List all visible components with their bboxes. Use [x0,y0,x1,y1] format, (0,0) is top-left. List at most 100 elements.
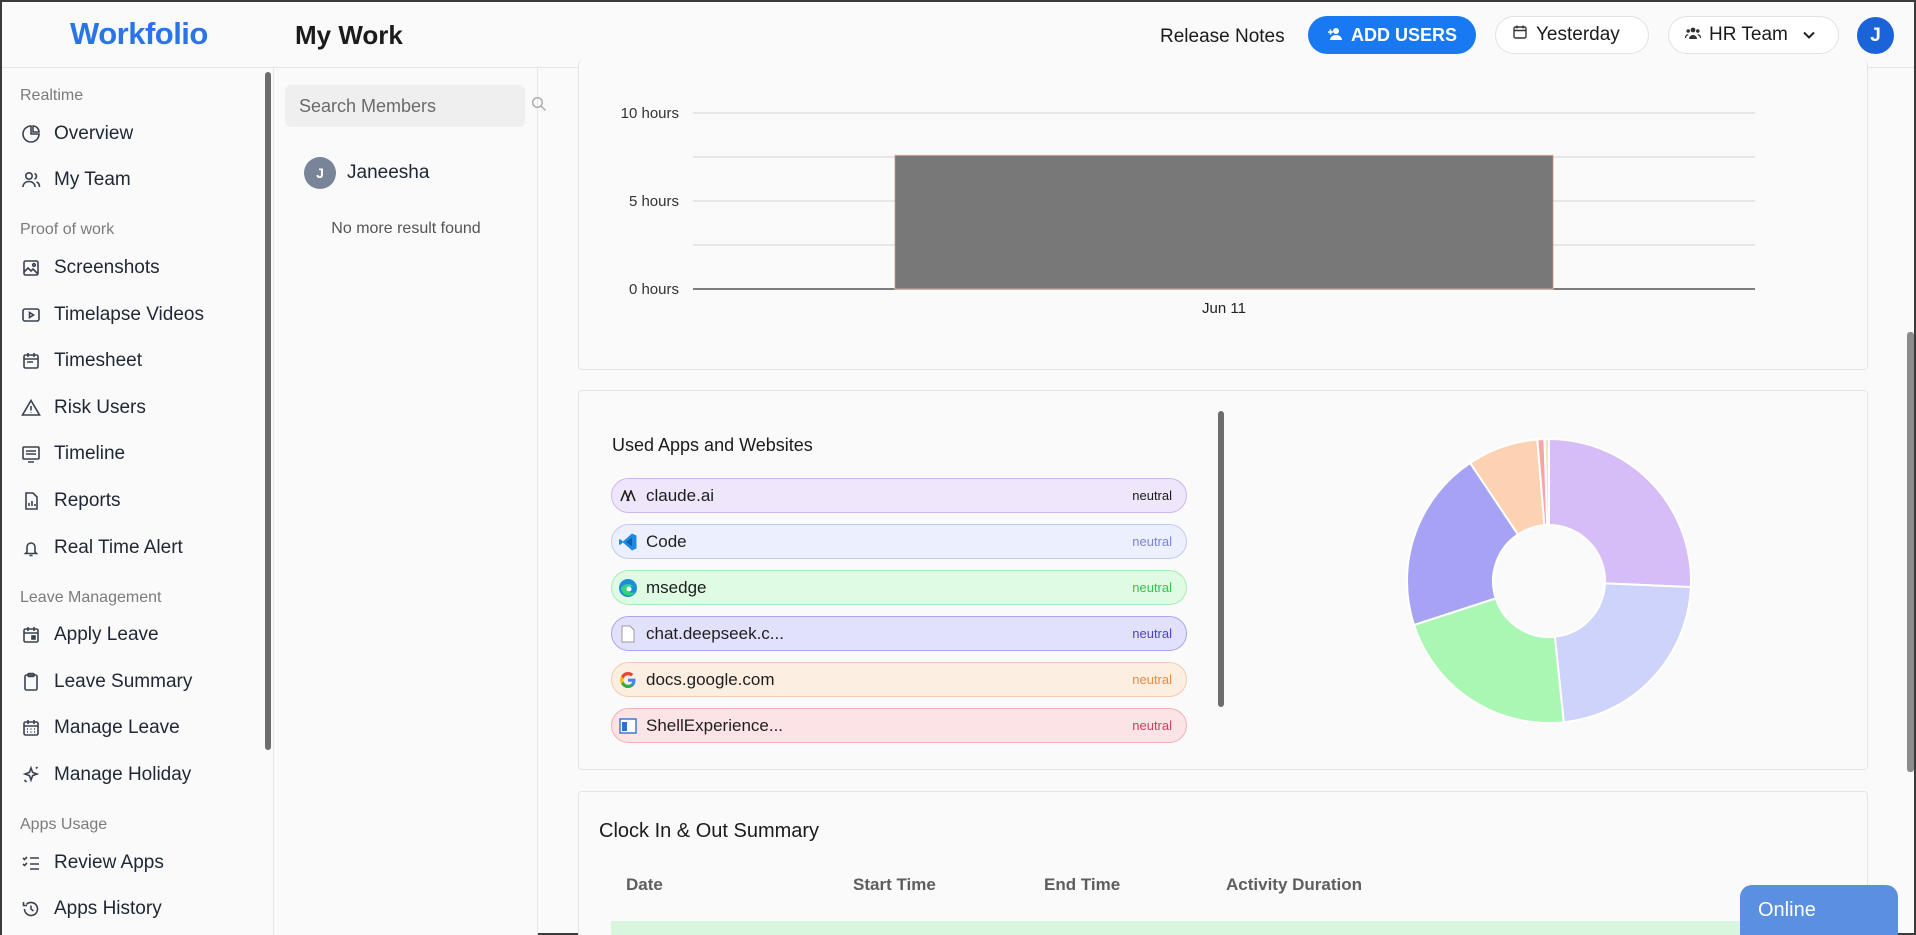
sidebar-item-screenshots[interactable]: Screenshots [20,253,160,283]
sidebar-item-label: Reports [54,490,121,511]
sidebar-item-review-apps[interactable]: Review Apps [20,848,164,878]
app-name: msedge [646,577,707,597]
search-members-box[interactable] [285,85,546,127]
timeline-icon [20,443,42,465]
sidebar-item-label: Screenshots [54,257,160,278]
app-category-tag: neutral [1132,672,1172,687]
image-icon [20,257,42,279]
add-users-label: ADD USERS [1350,24,1457,45]
sidebar-item-apply-leave[interactable]: Apply Leave [20,620,159,650]
sidebar-item-label: Timesheet [54,350,142,371]
sidebar: Realtime Overview My Team Proof of work … [2,68,274,935]
team-filter-dropdown[interactable]: HR Team [1668,16,1839,54]
calendar-grid-icon [20,717,42,739]
y-tick-label: 10 hours [621,105,679,122]
sidebar-item-my-team[interactable]: My Team [20,165,131,195]
page-title: My Work [295,20,403,50]
section-label-leave-management: Leave Management [20,589,162,606]
clock-summary-title: Clock In & Out Summary [599,820,820,842]
app-row-google-docs[interactable]: docs.google.com neutral [611,662,1187,697]
calendar-add-icon [20,624,42,646]
app-row-claude[interactable]: claude.ai neutral [611,478,1187,513]
user-avatar[interactable]: J [1857,17,1894,54]
app-name: ShellExperience... [646,715,784,735]
app-name: chat.deepseek.c... [646,623,784,643]
sidebar-item-label: Overview [54,123,134,144]
sidebar-item-timeline[interactable]: Timeline [20,439,125,469]
sidebar-item-leave-summary[interactable]: Leave Summary [20,667,192,697]
app-category-tag: neutral [1132,626,1172,641]
sidebar-item-label: Apply Leave [54,624,159,645]
date-filter-button[interactable]: Yesterday [1495,16,1649,54]
sidebar-item-apps-history[interactable]: Apps History [20,894,162,924]
main-scrollbar[interactable] [1907,332,1914,772]
sidebar-item-label: My Team [54,169,131,190]
column-header-end-time[interactable]: End Time [1044,875,1120,895]
sidebar-item-timelapse-videos[interactable]: Timelapse Videos [20,300,204,330]
sidebar-item-label: Timelapse Videos [54,304,204,325]
edge-icon [618,578,638,598]
column-header-activity-duration[interactable]: Activity Duration [1226,875,1362,895]
members-panel: J Janeesha No more result found [274,68,546,935]
sidebar-item-label: Risk Users [54,397,146,418]
apps-usage-donut-chart [1406,437,1692,724]
google-icon [618,670,638,690]
sidebar-scrollbar[interactable] [265,72,271,750]
section-label-apps-usage: Apps Usage [20,816,108,833]
member-avatar: J [304,157,336,189]
search-icon [531,96,547,117]
history-icon [20,898,42,920]
column-header-date[interactable]: Date [626,875,663,895]
team-icon [20,169,42,191]
calendar-icon [20,350,42,372]
column-header-start-time[interactable]: Start Time [853,875,936,895]
release-notes-link[interactable]: Release Notes [1160,26,1285,48]
bell-icon [20,537,42,559]
app-category-tag: neutral [1132,718,1172,733]
team-icon [1684,24,1702,46]
clock-summary-card: Clock In & Out Summary Date Start Time E… [578,791,1868,935]
work-hours-chart-card: 0 hours 5 hours 10 hours Jun 11 [578,60,1868,370]
sidebar-item-real-time-alert[interactable]: Real Time Alert [20,533,183,563]
sidebar-item-risk-users[interactable]: Risk Users [20,393,146,423]
sidebar-item-label: Manage Leave [54,717,180,738]
video-icon [20,304,42,326]
checklist-icon [20,852,42,874]
window-icon [618,716,638,736]
sparkle-icon [20,764,42,786]
donut-slice [1548,437,1692,589]
apps-list-scrollbar[interactable] [1218,411,1224,707]
sidebar-item-reports[interactable]: Reports [20,486,121,516]
top-bar: Workfolio My Work Release Notes ADD USER… [2,2,1914,68]
bar [894,154,1554,290]
section-label-proof-of-work: Proof of work [20,221,115,238]
y-tick-label: 5 hours [629,193,679,210]
app-row-deepseek[interactable]: chat.deepseek.c... neutral [611,616,1187,651]
app-row-msedge[interactable]: msedge neutral [611,570,1187,605]
no-more-results-text: No more result found [331,220,481,237]
online-status-button[interactable]: Online [1740,885,1898,935]
donut-slice [1553,582,1692,724]
file-icon [618,624,638,644]
app-row-shellexperience[interactable]: ShellExperience... neutral [611,708,1187,743]
add-users-button[interactable]: ADD USERS [1308,16,1476,54]
app-category-tag: neutral [1132,534,1172,549]
member-item[interactable]: J Janeesha [304,157,429,189]
sidebar-item-overview[interactable]: Overview [20,119,133,149]
logo[interactable]: Workfolio [70,16,208,52]
vscode-icon [618,532,638,552]
sidebar-item-manage-leave[interactable]: Manage Leave [20,713,180,743]
sidebar-item-manage-holiday[interactable]: Manage Holiday [20,760,191,790]
add-user-icon [1327,25,1343,46]
work-hours-bar-chart: 0 hours 5 hours 10 hours Jun 11 [621,105,1755,317]
clipboard-icon [20,671,42,693]
table-row[interactable] [611,921,1751,935]
app-name: Code [646,531,687,551]
date-filter-label: Yesterday [1536,24,1620,45]
sidebar-item-timesheet[interactable]: Timesheet [20,346,142,376]
x-tick-label: Jun 11 [1202,300,1246,317]
app-row-code[interactable]: Code neutral [611,524,1187,559]
app-name: docs.google.com [646,669,775,689]
search-members-input[interactable] [299,95,531,117]
sidebar-item-label: Leave Summary [54,671,193,692]
